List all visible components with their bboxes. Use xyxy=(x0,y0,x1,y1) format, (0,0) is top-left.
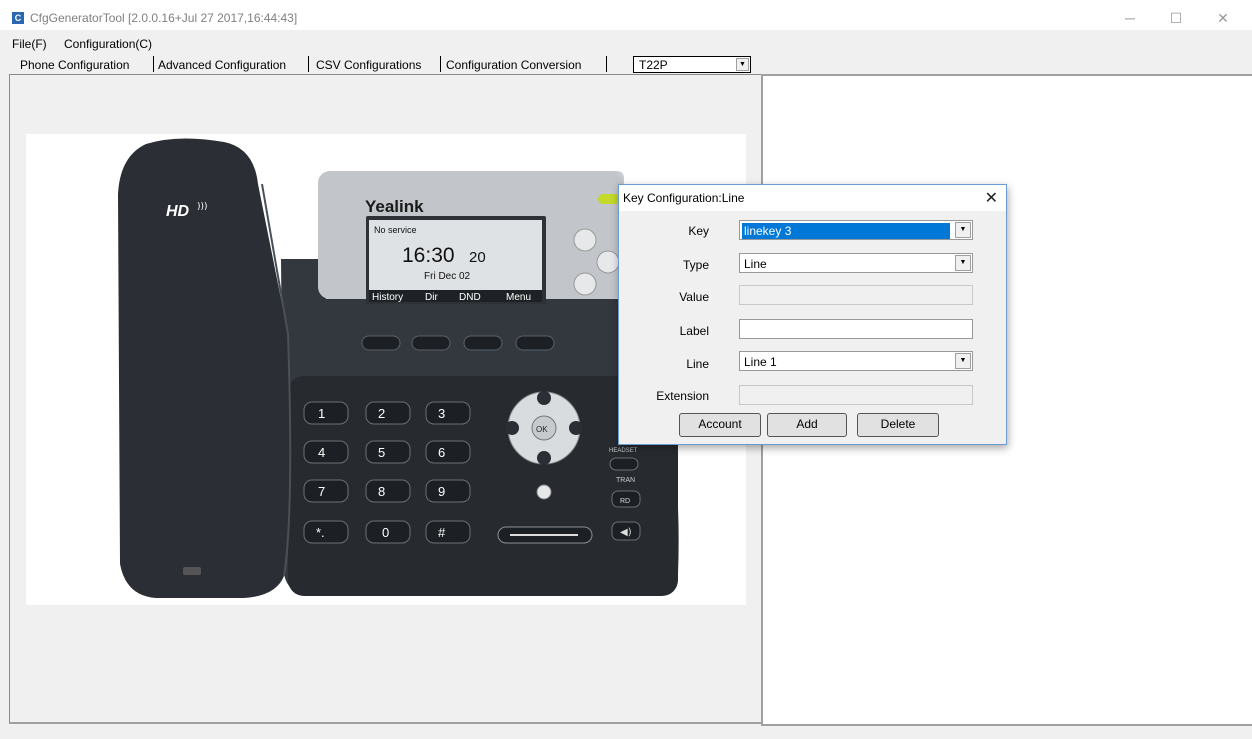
type-select-value: Line xyxy=(744,257,767,271)
hd-wave-icon: ))) xyxy=(197,202,208,212)
hd-logo: HD xyxy=(166,203,190,220)
tab-separator xyxy=(153,56,154,72)
model-select-value: T22P xyxy=(639,58,668,72)
headset-key-label: HEADSET xyxy=(609,448,638,454)
lcd-softkey: Dir xyxy=(425,292,438,303)
keypad-key-label: 0 xyxy=(382,525,389,540)
type-select[interactable]: Line ▼ xyxy=(739,253,973,273)
rd-key-label: RD xyxy=(620,498,630,505)
keypad-key-label: 9 xyxy=(438,484,445,499)
nav-up-icon xyxy=(537,391,551,405)
tran-key-label: TRAN xyxy=(616,477,635,484)
keypad-key-label: 7 xyxy=(318,484,325,499)
lcd-softkey: History xyxy=(372,292,403,303)
line-select[interactable]: Line 1 ▼ xyxy=(739,351,973,371)
add-button[interactable]: Add xyxy=(767,413,847,437)
lcd-time: 16:30 xyxy=(402,244,455,267)
dialog-title: Key Configuration:Line xyxy=(623,191,745,205)
cancel-key xyxy=(536,484,552,500)
extension-label: Extension xyxy=(656,389,709,403)
keypad-key xyxy=(303,520,349,544)
keypad-key xyxy=(365,479,411,503)
keypad-key-label: 4 xyxy=(318,445,325,460)
keypad-key xyxy=(365,440,411,464)
lcd-softkey: Menu xyxy=(506,292,531,303)
keypad-key xyxy=(425,479,471,503)
tab-advanced-configuration[interactable]: Advanced Configuration xyxy=(158,58,286,72)
account-button[interactable]: Account xyxy=(679,413,761,437)
chevron-down-icon[interactable]: ▼ xyxy=(955,222,971,238)
lcd-date: Fri Dec 02 xyxy=(424,271,471,282)
window-title: CfgGeneratorTool [2.0.0.16+Jul 27 2017,1… xyxy=(30,11,298,25)
keypad-key-label: 8 xyxy=(378,484,385,499)
tab-separator xyxy=(440,56,441,72)
headset-key xyxy=(609,457,639,471)
softkey-button xyxy=(411,335,451,351)
menu-file[interactable]: File(F) xyxy=(12,37,47,51)
mwi-led xyxy=(598,194,620,204)
key-select-value: linekey 3 xyxy=(742,223,950,239)
line-label: Line xyxy=(686,357,709,371)
tab-separator xyxy=(308,56,309,72)
keypad-key xyxy=(365,401,411,425)
line-key xyxy=(573,272,597,296)
value-label: Value xyxy=(679,290,709,304)
dialog-title-bar: Key Configuration:Line ✕ xyxy=(619,185,1006,211)
keypad-key-label: *. xyxy=(316,525,325,540)
lcd-status: No service xyxy=(374,225,417,235)
handset-clip xyxy=(183,567,201,575)
softkey-button xyxy=(515,335,555,351)
keypad-key-label: 1 xyxy=(318,406,325,421)
type-label: Type xyxy=(682,258,709,272)
lcd-softkey: DND xyxy=(459,292,481,303)
keypad-key xyxy=(425,401,471,425)
maximize-icon[interactable]: ☐ xyxy=(1153,6,1199,30)
speaker-icon: ◀) xyxy=(620,527,632,538)
key-configuration-dialog: Key Configuration:Line ✕ Key linekey 3 ▼… xyxy=(618,184,1007,445)
line-select-value: Line 1 xyxy=(744,355,777,369)
keypad-key xyxy=(425,440,471,464)
minimize-icon[interactable]: ─ xyxy=(1107,6,1153,30)
keypad-key xyxy=(303,401,349,425)
nav-left-icon xyxy=(505,421,519,435)
softkey-button xyxy=(361,335,401,351)
label-label: Label xyxy=(679,324,709,338)
brand-logo: Yealink xyxy=(365,197,424,216)
key-label: Key xyxy=(688,224,709,238)
title-bar: C CfgGeneratorTool [2.0.0.16+Jul 27 2017… xyxy=(0,0,1252,30)
tab-phone-configuration[interactable]: Phone Configuration xyxy=(20,58,129,72)
keypad-key xyxy=(303,440,349,464)
extension-field xyxy=(739,385,973,405)
lcd-seconds: 20 xyxy=(469,249,486,266)
delete-button[interactable]: Delete xyxy=(857,413,939,437)
nav-down-icon xyxy=(537,451,551,465)
keypad-key-label: 5 xyxy=(378,445,385,460)
keypad-key-label: # xyxy=(438,525,446,540)
ok-label: OK xyxy=(536,425,548,434)
menu-bar: File(F) Configuration(C) xyxy=(0,36,400,52)
label-input[interactable] xyxy=(739,319,973,339)
keypad-key xyxy=(425,520,471,544)
nav-right-icon xyxy=(569,421,583,435)
chevron-down-icon[interactable]: ▼ xyxy=(955,255,971,271)
keypad-key-label: 6 xyxy=(438,445,445,460)
value-field xyxy=(739,285,973,305)
app-icon: C xyxy=(12,12,24,24)
line-key xyxy=(596,250,620,274)
tab-csv-configurations[interactable]: CSV Configurations xyxy=(316,58,421,72)
line-key xyxy=(573,228,597,252)
keypad-key-label: 3 xyxy=(438,406,445,421)
keypad-key xyxy=(303,479,349,503)
menu-configuration[interactable]: Configuration(C) xyxy=(64,37,152,51)
tab-separator xyxy=(606,56,607,72)
softkey-button xyxy=(463,335,503,351)
chevron-down-icon[interactable]: ▼ xyxy=(736,58,749,71)
chevron-down-icon[interactable]: ▼ xyxy=(955,353,971,369)
keypad-key-label: 2 xyxy=(378,406,385,421)
key-select[interactable]: linekey 3 ▼ xyxy=(739,220,973,240)
close-icon[interactable]: ✕ xyxy=(985,188,998,208)
tab-configuration-conversion[interactable]: Configuration Conversion xyxy=(446,58,581,72)
close-icon[interactable]: ✕ xyxy=(1200,6,1246,30)
model-select[interactable]: T22P ▼ xyxy=(633,56,751,73)
